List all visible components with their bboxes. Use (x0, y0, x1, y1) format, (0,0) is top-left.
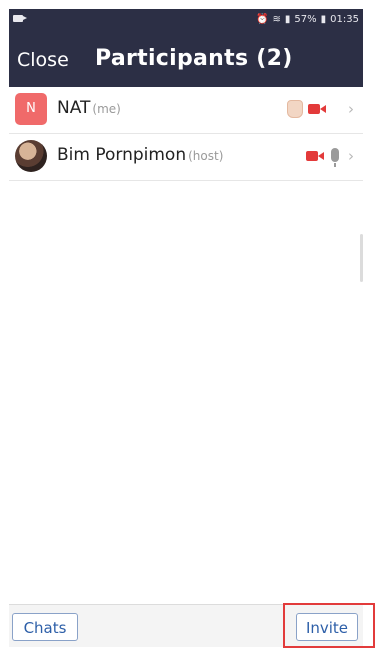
bottom-toolbar: Chats Invite (9, 604, 363, 647)
video-off-icon (308, 103, 326, 115)
chats-button[interactable]: Chats (12, 613, 78, 641)
microphone-icon (331, 148, 339, 167)
video-camera-icon (13, 15, 27, 22)
participant-row-nat[interactable]: N NAT (me) › (9, 87, 363, 134)
participant-name: NAT (me) (57, 98, 121, 118)
participant-name-text: Bim Pornpimon (57, 145, 187, 165)
invite-button[interactable]: Invite (296, 613, 358, 641)
participant-name: Bim Pornpimon (host) (57, 145, 223, 165)
status-bar: ⏰ ≋ ▮ 57% ▮ 01:35 (9, 9, 363, 35)
scrollbar[interactable] (360, 234, 363, 282)
participants-screen: ⏰ ≋ ▮ 57% ▮ 01:35 Close Participants (2)… (9, 9, 363, 647)
raised-hand-icon (287, 100, 303, 118)
clock: 01:35 (330, 14, 359, 25)
participant-name-text: NAT (57, 98, 91, 118)
page-title: Participants (2) (95, 46, 293, 71)
battery-percent: 57% (294, 14, 317, 25)
wifi-icon: ≋ (272, 14, 281, 25)
alarm-icon: ⏰ (256, 14, 269, 25)
participant-row-bim[interactable]: Bim Pornpimon (host) › (9, 134, 363, 181)
video-off-icon (306, 150, 324, 162)
chevron-right-icon: › (348, 147, 354, 165)
close-button[interactable]: Close (17, 49, 69, 71)
avatar: N (15, 93, 47, 125)
signal-icon: ▮ (284, 14, 291, 25)
battery-icon: ▮ (320, 14, 327, 25)
avatar (15, 140, 47, 172)
chevron-right-icon: › (348, 100, 354, 118)
participant-role-tag: (me) (92, 102, 121, 116)
participant-role-tag: (host) (188, 149, 224, 163)
app-header: Close Participants (2) (9, 35, 363, 87)
